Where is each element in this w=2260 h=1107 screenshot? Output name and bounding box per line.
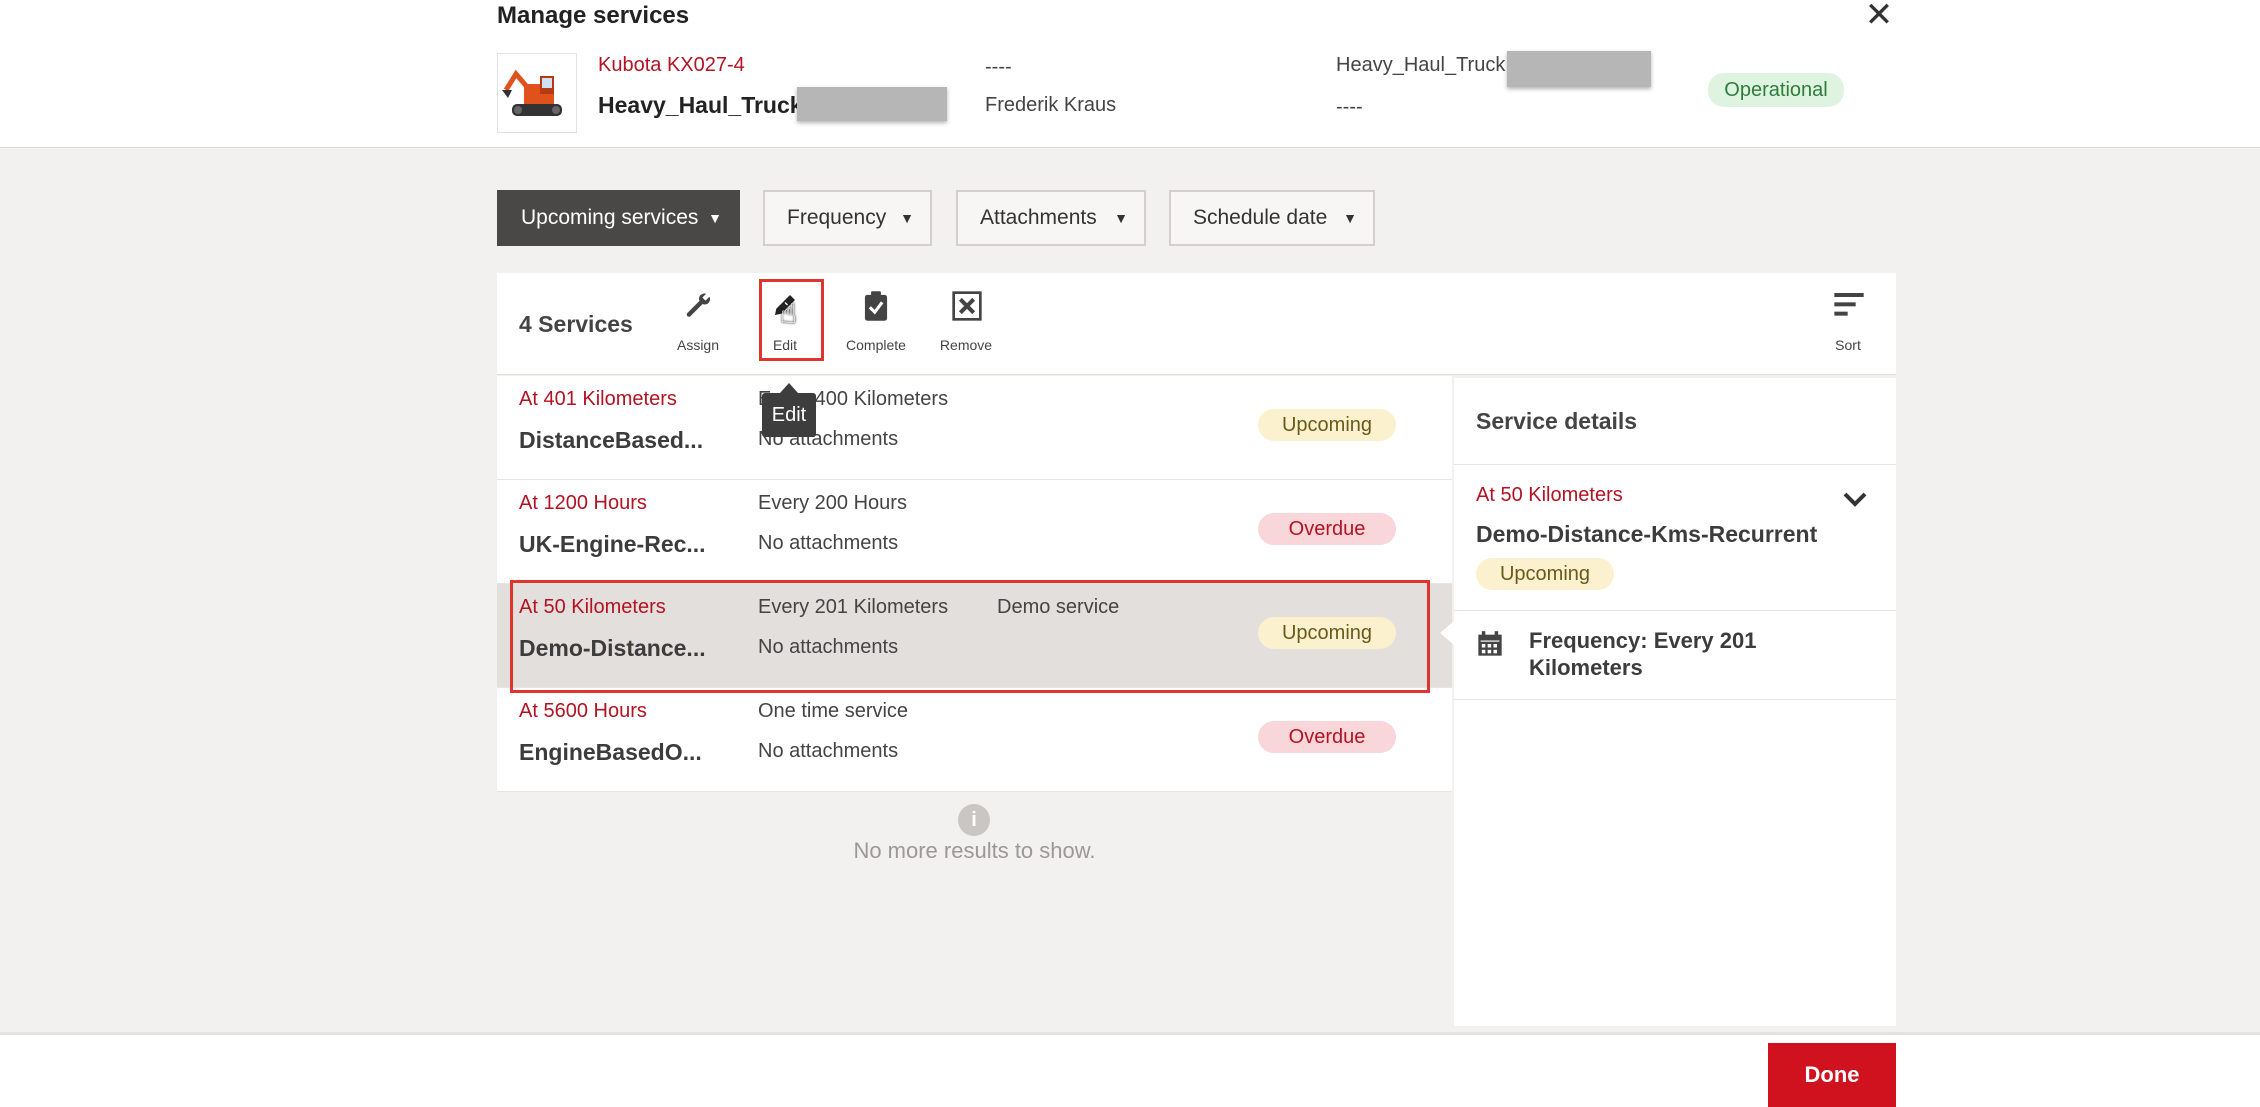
services-count: 4 Services (519, 311, 633, 337)
service-name: UK-Engine-Rec... (519, 531, 706, 557)
remove-box-icon (952, 291, 982, 321)
services-list: At 401 Kilometers DistanceBased... Every… (497, 376, 1452, 792)
service-details-panel: Service details At 50 Kilometers Demo-Di… (1454, 378, 1896, 1026)
details-trigger: At 50 Kilometers (1476, 484, 1623, 506)
service-name: EngineBasedO... (519, 739, 702, 765)
service-trigger: At 5600 Hours (519, 700, 647, 722)
caret-down-icon: ▼ (1114, 210, 1128, 226)
no-more-results: No more results to show. (853, 838, 1096, 863)
page-title: Manage services (497, 2, 690, 29)
service-frequency: One time service (758, 700, 909, 722)
machine-group: Heavy_Haul_Truck (1336, 54, 1506, 76)
assign-button[interactable]: Assign (653, 273, 743, 374)
service-description: Demo service (997, 596, 1120, 618)
assign-label: Assign (676, 337, 720, 353)
services-toolbar: 4 Services Assign Edit ☝ Complete Remove (497, 273, 1896, 375)
table-row[interactable]: At 5600 Hours EngineBasedO... One time s… (497, 688, 1452, 792)
complete-button[interactable]: Complete (831, 273, 921, 374)
status-badge: Upcoming (1258, 409, 1396, 441)
service-attachments: No attachments (758, 636, 899, 658)
table-row-selected[interactable]: At 50 Kilometers Demo-Distance... Every … (497, 584, 1452, 688)
sort-button[interactable]: Sort (1803, 273, 1893, 374)
clipboard-check-icon (864, 291, 888, 321)
service-trigger: At 401 Kilometers (519, 388, 677, 410)
details-status-badge: Upcoming (1476, 558, 1614, 590)
chevron-down-icon[interactable] (1842, 490, 1868, 508)
service-trigger: At 1200 Hours (519, 492, 647, 514)
calendar-icon (1478, 631, 1502, 656)
divider (1454, 699, 1896, 700)
filter-label: Upcoming services (521, 206, 699, 229)
service-name: Demo-Distance... (519, 635, 706, 661)
service-frequency: Every 201 Kilometers (758, 596, 949, 618)
hand-cursor-icon: ☝ (780, 298, 798, 329)
filter-attachments[interactable]: Attachments ▼ (956, 190, 1146, 246)
filter-schedule-date[interactable]: Schedule date ▼ (1169, 190, 1375, 246)
table-row[interactable]: At 1200 Hours UK-Engine-Rec... Every 200… (497, 480, 1452, 584)
filter-label: Attachments (980, 206, 1097, 229)
close-icon[interactable]: ✕ (1862, 0, 1896, 32)
service-attachments: No attachments (758, 532, 899, 554)
filter-frequency[interactable]: Frequency ▼ (763, 190, 932, 246)
filter-label: Schedule date (1193, 206, 1328, 229)
complete-label: Complete (846, 337, 906, 353)
machine-field-1: ---- (985, 56, 1012, 78)
operator-name: Frederik Kraus (985, 94, 1117, 116)
divider (1454, 464, 1896, 465)
redacted-block (797, 87, 947, 121)
wrench-icon (686, 293, 710, 317)
sort-icon (1834, 293, 1864, 316)
edit-tooltip: Edit (762, 393, 816, 437)
service-name: DistanceBased... (519, 427, 704, 453)
info-icon: i (958, 804, 990, 836)
page-footer: Done (0, 1032, 2260, 1107)
machine-name: Heavy_Haul_Truck (598, 92, 803, 118)
details-name: Demo-Distance-Kms-Recurrent (1476, 521, 1818, 547)
tooltip-arrow (780, 383, 798, 393)
status-badge: Overdue (1258, 513, 1396, 545)
selection-pointer (1440, 621, 1454, 645)
machine-model: Kubota KX027-4 (598, 54, 745, 76)
caret-down-icon: ▼ (1343, 210, 1357, 226)
filter-label: Frequency (787, 206, 887, 229)
caret-down-icon: ▼ (900, 210, 914, 226)
service-attachments: No attachments (758, 740, 899, 762)
remove-button[interactable]: Remove (921, 273, 1011, 374)
done-button[interactable]: Done (1768, 1043, 1896, 1107)
divider (1454, 610, 1896, 611)
caret-down-icon: ▼ (708, 210, 722, 226)
redacted-block (1507, 51, 1651, 87)
status-badge: Overdue (1258, 721, 1396, 753)
edit-label: Edit (772, 337, 798, 353)
status-badge: Upcoming (1258, 617, 1396, 649)
filter-upcoming-services[interactable]: Upcoming services ▼ (497, 190, 740, 246)
page-header: Manage services ✕ Kubota KX027-4 Heavy_H… (0, 0, 2260, 148)
machine-field-2: ---- (1336, 96, 1363, 118)
service-trigger: At 50 Kilometers (519, 596, 666, 618)
remove-label: Remove (939, 337, 993, 353)
status-badge: Operational (1708, 73, 1844, 107)
details-frequency-line1: Frequency: Every 201 (1529, 628, 1757, 653)
details-title: Service details (1476, 408, 1638, 434)
sort-label: Sort (1835, 337, 1861, 353)
machine-thumbnail (497, 53, 577, 133)
details-frequency-line2: Kilometers (1529, 655, 1643, 680)
service-frequency: Every 200 Hours (758, 492, 907, 514)
table-row[interactable]: At 401 Kilometers DistanceBased... Every… (497, 376, 1452, 480)
